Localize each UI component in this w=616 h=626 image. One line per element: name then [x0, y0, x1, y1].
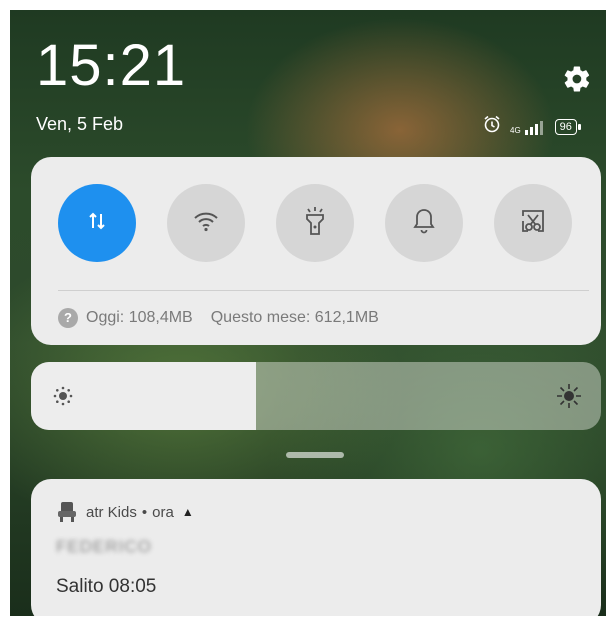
usage-today: Oggi: 108,4MB	[86, 309, 193, 326]
signal-icon: 4G	[510, 119, 547, 135]
clock: 15:21	[36, 33, 187, 98]
mobile-data-toggle[interactable]	[58, 184, 136, 262]
scissors-screenshot-icon	[519, 207, 547, 240]
status-icons: 4G 96	[482, 114, 582, 139]
quick-settings-panel: ? Oggi: 108,4MB Questo mese: 612,1MB	[31, 157, 601, 345]
usage-month: Questo mese: 612,1MB	[210, 309, 379, 326]
divider	[58, 290, 589, 291]
notification-shade: 15:21 Ven, 5 Feb 4G 96 ? Oggi: 108,4MB Q…	[10, 10, 606, 616]
app-name: atr Kids	[86, 503, 137, 521]
brightness-low-icon	[51, 384, 75, 413]
notification-time: ora	[152, 503, 174, 521]
flashlight-icon	[302, 206, 328, 241]
sender-name: FEDERICO	[56, 537, 152, 556]
bus-seat-app-icon	[56, 501, 78, 523]
notification-card[interactable]: atr Kids • ora ▲ FEDERICO Salito 08:05	[31, 479, 601, 616]
alarm-icon	[482, 114, 502, 139]
flashlight-toggle[interactable]	[276, 184, 354, 262]
battery-icon: 96	[554, 118, 582, 135]
wifi-icon	[192, 209, 220, 238]
screenshot-toggle[interactable]	[494, 184, 572, 262]
separator: •	[141, 503, 148, 521]
help-icon: ?	[58, 308, 78, 328]
data-usage: ? Oggi: 108,4MB Questo mese: 612,1MB	[58, 308, 379, 328]
chevron-up-icon[interactable]: ▲	[182, 505, 194, 519]
notification-message: Salito 08:05	[56, 576, 157, 597]
brightness-slider[interactable]	[31, 362, 601, 430]
data-transfer-icon	[84, 208, 110, 239]
bell-icon	[412, 207, 436, 240]
wifi-toggle[interactable]	[167, 184, 245, 262]
settings-gear-icon[interactable]	[562, 64, 592, 94]
network-type-label: 4G	[510, 125, 521, 135]
sound-toggle[interactable]	[385, 184, 463, 262]
drag-handle[interactable]	[286, 452, 344, 458]
notification-header: atr Kids • ora ▲	[56, 501, 194, 523]
brightness-high-icon	[555, 382, 583, 415]
date: Ven, 5 Feb	[36, 114, 124, 134]
